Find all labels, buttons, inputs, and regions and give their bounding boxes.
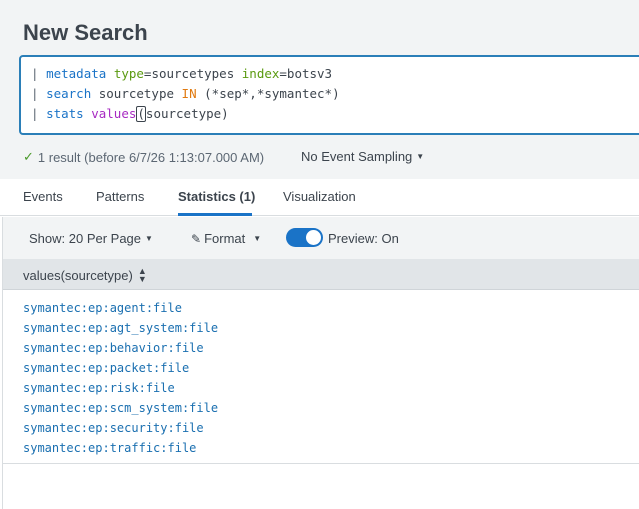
query-function: values: [91, 106, 137, 121]
query-operator: IN: [181, 86, 197, 101]
column-header-values-sourcetype[interactable]: values(sourcetype) ▲ ▼: [23, 266, 147, 284]
query-value: =botsv3: [279, 66, 333, 81]
value-list: symantec:ep:agent:file symantec:ep:agt_s…: [23, 298, 218, 458]
results-table-body: symantec:ep:agent:file symantec:ep:agt_s…: [3, 290, 639, 464]
table-header: values(sourcetype) ▲ ▼: [3, 259, 639, 290]
caret-down-icon: ▼: [145, 234, 153, 243]
preview-toggle[interactable]: [286, 228, 323, 247]
check-icon: ✓: [23, 149, 34, 164]
format-label: Format: [204, 231, 246, 246]
result-count-text: 1 result (before 6/7/26 1:13:07.000 AM): [37, 149, 265, 165]
active-tab-indicator: [178, 213, 252, 216]
toggle-knob: [306, 230, 321, 245]
query-text: sourcetype): [145, 106, 229, 121]
query-command: stats: [46, 106, 84, 121]
event-sampling-label: No Event Sampling: [301, 149, 413, 164]
query-line-2: | search sourcetype IN (*sep*,*symantec*…: [31, 84, 639, 104]
list-item[interactable]: symantec:ep:behavior:file: [23, 338, 218, 358]
query-argument: type: [113, 66, 144, 81]
results-tabs: Events Patterns Statistics (1) Visualiza…: [0, 179, 639, 216]
tab-events[interactable]: Events: [23, 189, 63, 204]
event-sampling-dropdown[interactable]: No Event Sampling ▼: [301, 149, 424, 164]
tab-patterns[interactable]: Patterns: [96, 189, 144, 204]
pencil-icon: ✎: [191, 231, 202, 246]
list-item[interactable]: symantec:ep:agt_system:file: [23, 318, 218, 338]
list-item[interactable]: symantec:ep:scm_system:file: [23, 398, 218, 418]
sort-icon: ▲ ▼: [137, 266, 147, 284]
query-line-1: | metadata type=sourcetypes index=botsv3: [31, 64, 639, 84]
matched-paren-highlight: (: [136, 106, 146, 122]
page-title: New Search: [23, 20, 148, 45]
page-size-dropdown[interactable]: Show: 20 Per Page ▼: [29, 231, 153, 246]
query-pipe: |: [31, 66, 39, 81]
list-item[interactable]: symantec:ep:packet:file: [23, 358, 218, 378]
preview-label: Preview: On: [328, 231, 399, 246]
tab-statistics[interactable]: Statistics (1): [178, 189, 255, 204]
search-header-area: New Search | metadata type=sourcetypes i…: [0, 0, 639, 179]
results-toolbar: Show: 20 Per Page ▼ ✎ Format ▼ Preview: …: [3, 217, 639, 259]
query-command: search: [46, 86, 92, 101]
query-command: metadata: [46, 66, 107, 81]
list-item[interactable]: symantec:ep:agent:file: [23, 298, 218, 318]
query-text: sourcetype: [98, 86, 175, 101]
page-size-label: Show: 20 Per Page: [29, 231, 142, 246]
query-value: =sourcetypes: [143, 66, 235, 81]
tab-visualization[interactable]: Visualization: [283, 189, 356, 204]
format-dropdown[interactable]: ✎ Format ▼: [191, 231, 261, 246]
caret-down-icon: ▼: [416, 152, 425, 161]
query-text: (*sep*,*symantec*): [204, 86, 340, 101]
query-line-3: | stats values(sourcetype): [31, 104, 639, 124]
column-header-label: values(sourcetype): [23, 267, 133, 283]
query-pipe: |: [31, 86, 39, 101]
query-pipe: |: [31, 106, 39, 121]
query-argument: index: [241, 66, 280, 81]
search-query-editor[interactable]: | metadata type=sourcetypes index=botsv3…: [19, 55, 639, 135]
list-item[interactable]: symantec:ep:traffic:file: [23, 438, 218, 458]
list-item[interactable]: symantec:ep:security:file: [23, 418, 218, 438]
caret-down-icon: ▼: [253, 234, 262, 243]
list-item[interactable]: symantec:ep:risk:file: [23, 378, 218, 398]
result-status: ✓ 1 result (before 6/7/26 1:13:07.000 AM…: [23, 149, 264, 165]
